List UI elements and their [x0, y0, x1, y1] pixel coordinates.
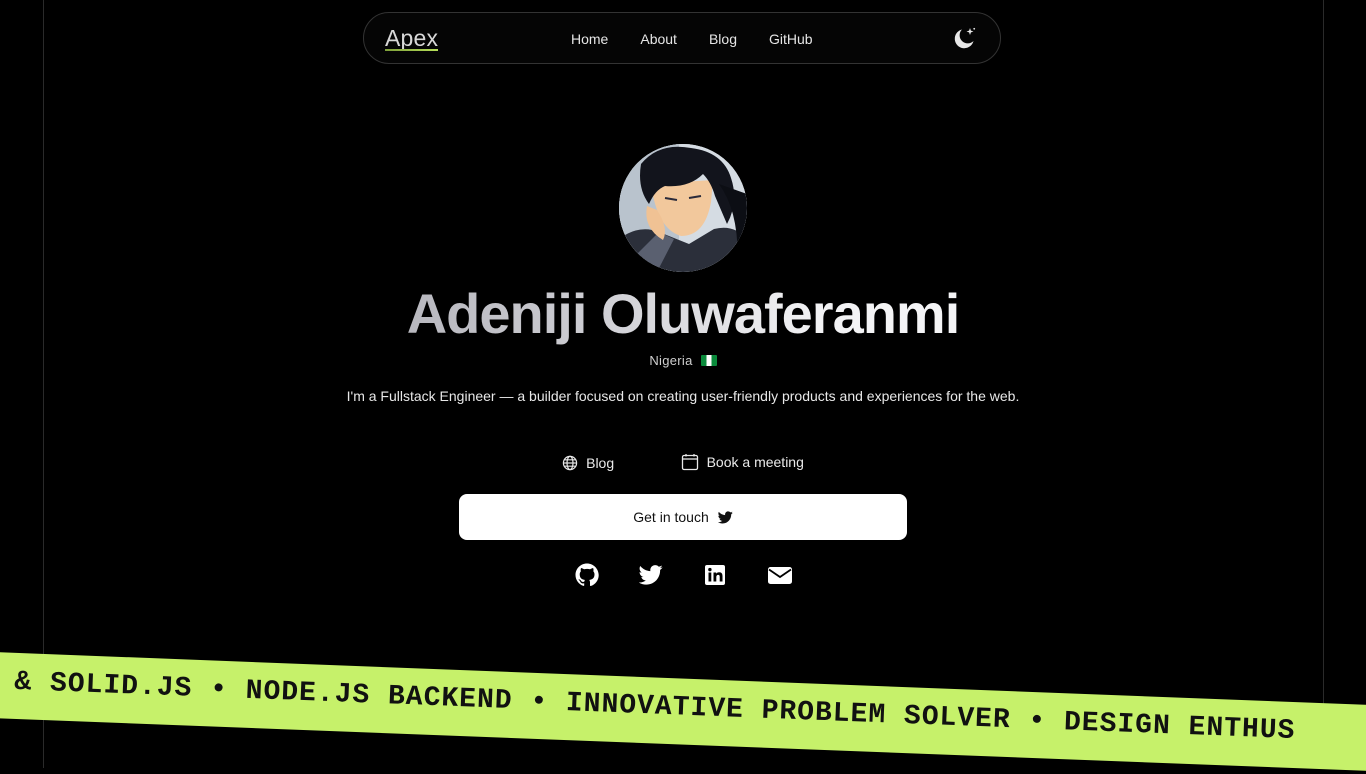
profile-avatar	[619, 144, 747, 272]
brand-underline	[385, 49, 439, 51]
nigeria-flag-icon	[700, 355, 717, 366]
linkedin-icon	[705, 565, 725, 585]
github-icon	[575, 563, 599, 587]
brand-logo[interactable]: Apex	[385, 25, 439, 52]
nav-link-blog[interactable]: Blog	[709, 31, 737, 47]
globe-icon	[562, 455, 578, 471]
book-meeting-label: Book a meeting	[706, 454, 804, 470]
book-meeting-link[interactable]: Book a meeting	[681, 452, 804, 472]
blog-link[interactable]: Blog	[562, 453, 614, 473]
profile-location: Nigeria	[0, 353, 1366, 368]
github-link[interactable]	[575, 563, 599, 587]
twitter-icon	[638, 565, 663, 585]
quick-links: Blog Book a meeting	[0, 452, 1366, 476]
mail-icon	[768, 567, 792, 584]
nav-links: Home About Blog GitHub	[571, 31, 813, 47]
get-in-touch-label: Get in touch	[633, 509, 709, 525]
blog-link-label: Blog	[586, 455, 615, 471]
top-navbar: Apex Home About Blog GitHub	[363, 12, 1001, 64]
brand-text: Apex	[385, 25, 439, 51]
nav-link-about[interactable]: About	[640, 31, 677, 47]
profile-bio: I'm a Fullstack Engineer — a builder foc…	[346, 388, 1020, 404]
nav-link-home[interactable]: Home	[571, 31, 608, 47]
calendar-icon	[681, 454, 698, 471]
nav-link-github[interactable]: GitHub	[769, 31, 813, 47]
linkedin-link[interactable]	[703, 563, 727, 587]
theme-toggle-button[interactable]	[950, 25, 978, 53]
moon-sparkle-icon	[954, 27, 976, 49]
mail-link[interactable]	[767, 563, 792, 587]
location-text: Nigeria	[649, 353, 693, 368]
get-in-touch-button[interactable]: Get in touch	[459, 494, 907, 540]
twitter-link[interactable]	[638, 563, 663, 587]
profile-name: Adeniji Oluwaferanmi	[0, 282, 1366, 346]
avatar-illustration	[619, 144, 747, 272]
twitter-icon	[717, 510, 733, 523]
social-links	[0, 563, 1366, 587]
